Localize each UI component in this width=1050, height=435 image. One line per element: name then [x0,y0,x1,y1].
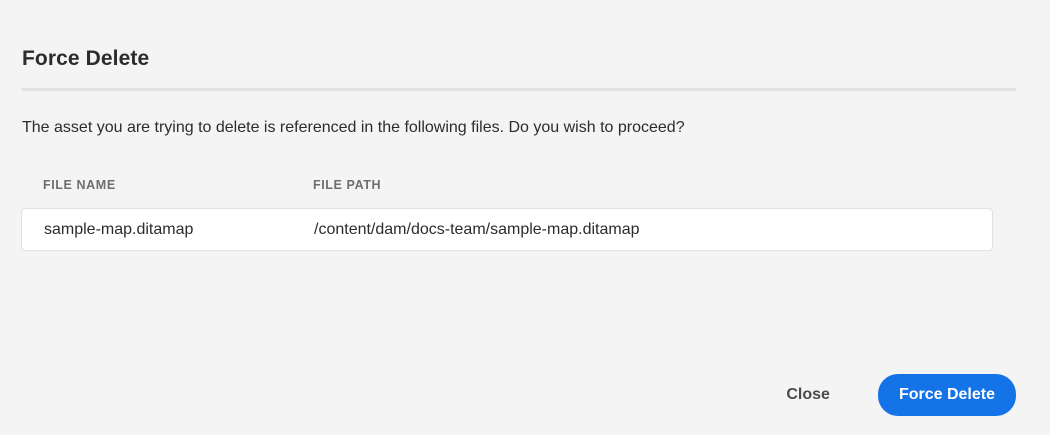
table-row[interactable]: sample-map.ditamap /content/dam/docs-tea… [21,208,993,251]
references-table: FILE NAME FILE PATH sample-map.ditamap /… [21,170,993,251]
file-name-cell: sample-map.ditamap [44,221,194,238]
dialog-message: The asset you are trying to delete is re… [22,119,685,136]
close-button[interactable]: Close [764,375,852,415]
dialog-footer: Close Force Delete [764,374,1016,416]
force-delete-button[interactable]: Force Delete [877,374,1016,416]
title-divider [22,88,1016,91]
column-header-file-name: FILE NAME [43,178,116,192]
file-path-cell: /content/dam/docs-team/sample-map.ditama… [314,221,640,238]
force-delete-dialog: Force Delete The asset you are trying to… [0,0,1050,435]
dialog-title: Force Delete [22,47,150,70]
table-header: FILE NAME FILE PATH [21,170,993,208]
column-header-file-path: FILE PATH [313,178,382,192]
